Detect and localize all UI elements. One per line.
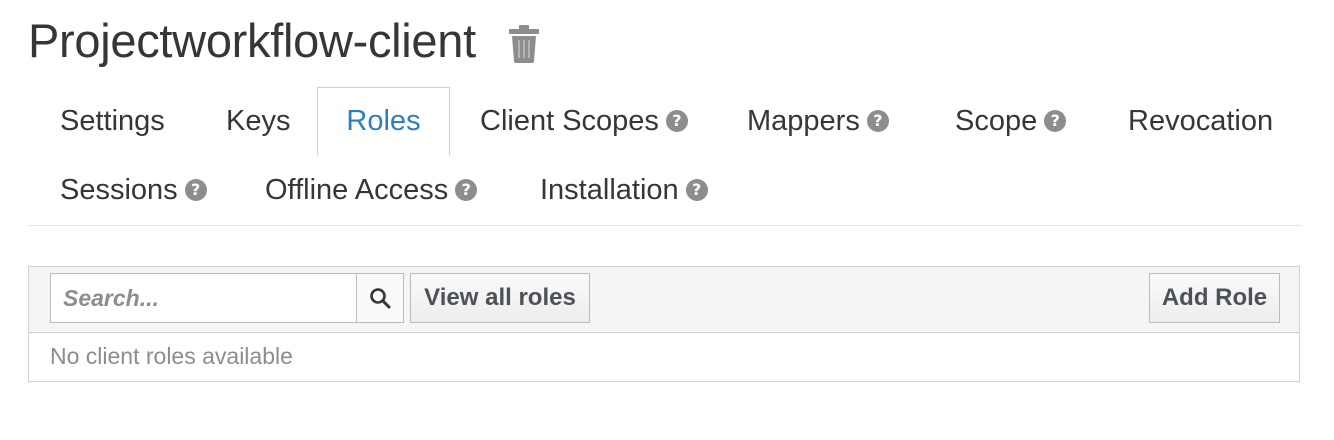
add-role-button[interactable]: Add Role <box>1149 273 1280 323</box>
tab-revocation[interactable]: Revocation <box>1128 87 1273 155</box>
help-icon[interactable]: ? <box>184 179 207 201</box>
tab-roles[interactable]: Roles <box>317 87 450 156</box>
roles-table: View all roles Add Role No client roles … <box>28 266 1300 382</box>
tab-label: Sessions <box>60 173 178 206</box>
search-input[interactable] <box>50 273 356 323</box>
empty-table-message: No client roles available <box>50 343 293 369</box>
search-group <box>50 273 404 323</box>
tab-label: Offline Access <box>265 173 449 206</box>
help-icon[interactable]: ? <box>866 110 889 132</box>
search-button[interactable] <box>356 273 404 323</box>
view-all-roles-button[interactable]: View all roles <box>410 273 590 323</box>
tab-client-scopes[interactable]: Client Scopes ? <box>480 87 688 155</box>
tab-label: Settings <box>60 104 165 137</box>
client-roles-page: Projectworkflow-client Settings Keys Rol… <box>0 0 1334 440</box>
tab-label: Client Scopes <box>480 104 659 137</box>
page-title: Projectworkflow-client <box>28 14 476 67</box>
help-icon[interactable]: ? <box>665 110 688 132</box>
help-icon[interactable]: ? <box>685 179 708 201</box>
client-tabs: Settings Keys Roles Client Scopes ? Mapp… <box>28 87 1301 226</box>
help-icon[interactable]: ? <box>1044 110 1067 132</box>
trash-icon[interactable] <box>508 25 540 63</box>
tab-label: Mappers <box>747 104 860 137</box>
tab-label: Scope <box>955 104 1038 137</box>
tab-label: Roles <box>346 105 421 137</box>
tab-keys[interactable]: Keys <box>226 87 290 155</box>
tab-offline-access[interactable]: Offline Access ? <box>265 156 478 224</box>
tab-sessions[interactable]: Sessions ? <box>60 156 207 224</box>
tab-label: Keys <box>226 104 291 137</box>
title-row: Projectworkflow-client <box>28 12 540 70</box>
tab-scope[interactable]: Scope ? <box>955 87 1067 155</box>
help-icon[interactable]: ? <box>455 179 478 201</box>
table-toolbar: View all roles Add Role <box>29 267 1299 333</box>
tab-settings[interactable]: Settings <box>60 87 165 155</box>
tab-label: Revocation <box>1128 104 1274 137</box>
tab-label: Installation <box>540 173 679 206</box>
search-icon <box>370 288 391 309</box>
tab-mappers[interactable]: Mappers ? <box>747 87 889 155</box>
tab-installation[interactable]: Installation ? <box>540 156 708 224</box>
